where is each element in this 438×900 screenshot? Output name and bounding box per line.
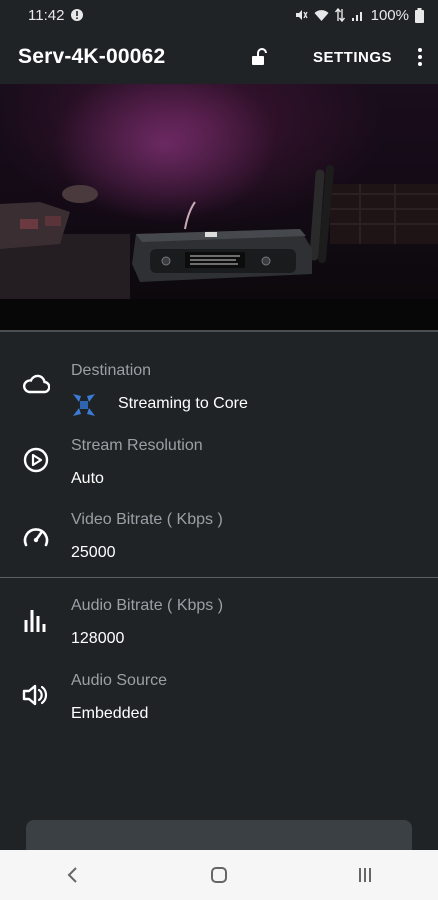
more-options-icon[interactable]: [414, 45, 426, 69]
recent-apps-icon[interactable]: [345, 855, 385, 895]
unlock-icon[interactable]: [247, 45, 271, 69]
back-icon[interactable]: [53, 855, 93, 895]
video-bitrate-row[interactable]: Video Bitrate ( Kbps ) 25000: [0, 502, 438, 576]
speaker-icon: [20, 679, 52, 711]
settings-button[interactable]: SETTINGS: [313, 49, 392, 66]
alert-icon: [71, 9, 84, 21]
mute-icon: [295, 10, 308, 20]
section-divider: [0, 577, 438, 578]
audio-bitrate-row[interactable]: Audio Bitrate ( Kbps ) 128000: [0, 588, 438, 662]
home-icon[interactable]: [199, 855, 239, 895]
video-bitrate-label: Video Bitrate ( Kbps ): [71, 511, 223, 528]
cloud-icon: [20, 368, 52, 400]
battery-icon: [415, 7, 424, 23]
stream-resolution-label: Stream Resolution: [71, 437, 203, 454]
play-circle-icon: [20, 444, 52, 476]
status-bar: 11:42 100%: [0, 0, 438, 30]
device-title: Serv-4K-00062: [18, 45, 166, 68]
wifi-icon: [314, 9, 329, 21]
signal-icon: [351, 11, 362, 21]
stream-resolution-value: Auto: [71, 470, 104, 487]
speedometer-icon: [20, 520, 52, 552]
hero-divider: [0, 330, 438, 332]
bottom-action-button[interactable]: [26, 820, 412, 850]
stream-resolution-row[interactable]: Stream Resolution Auto: [0, 428, 438, 502]
audio-source-value: Embedded: [71, 705, 149, 722]
audio-bitrate-label: Audio Bitrate ( Kbps ): [71, 597, 224, 614]
device-hero-image: [0, 84, 438, 330]
equalizer-icon: [20, 604, 52, 636]
destination-label: Destination: [71, 362, 152, 379]
data-transfer-icon: [334, 8, 345, 22]
audio-source-row[interactable]: Audio Source Embedded: [0, 663, 438, 737]
app-bar: Serv-4K-00062 SETTINGS: [0, 30, 438, 84]
system-nav-bar: [0, 850, 438, 900]
battery-text: 100%: [370, 6, 409, 24]
video-bitrate-value: 25000: [71, 544, 116, 561]
status-time: 11:42: [28, 6, 65, 24]
core-logo-icon: [71, 392, 97, 418]
audio-bitrate-value: 128000: [71, 630, 125, 647]
audio-source-label: Audio Source: [71, 672, 168, 689]
destination-value: Streaming to Core: [118, 395, 248, 412]
destination-row[interactable]: Destination Streaming to Core: [0, 352, 438, 426]
